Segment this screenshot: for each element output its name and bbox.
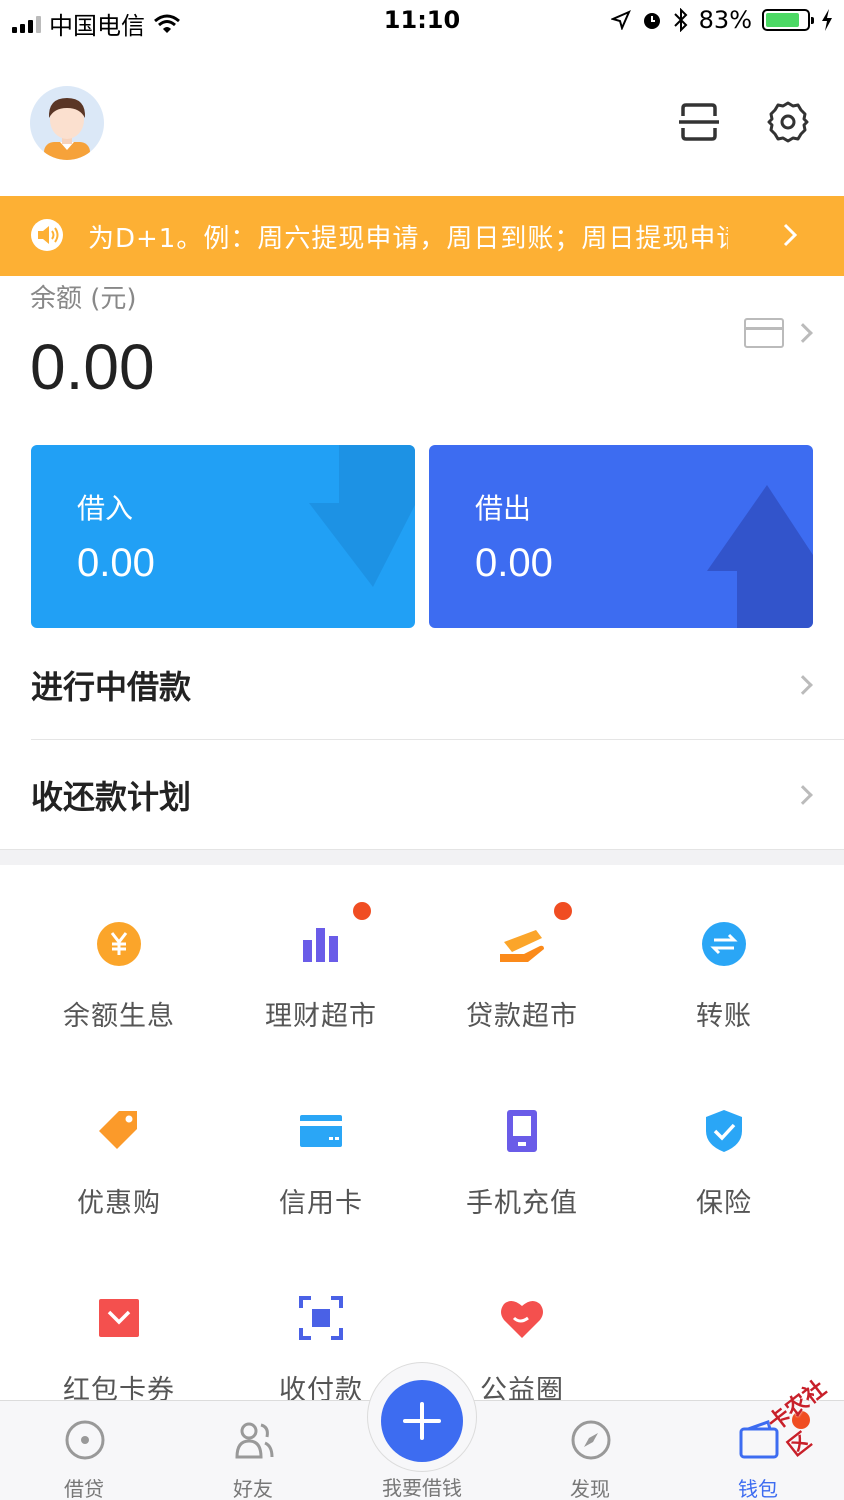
red-envelope-icon xyxy=(95,1294,143,1342)
friends-icon xyxy=(235,1422,274,1459)
battery-percent: 83% xyxy=(698,6,752,34)
avatar[interactable] xyxy=(30,86,104,160)
tab-label: 发现 xyxy=(570,1477,610,1500)
down-arrow-icon xyxy=(309,445,415,587)
service-insurance[interactable]: 保险 xyxy=(624,1107,824,1220)
badge-dot xyxy=(554,902,572,920)
balance-label: 余额 (元) xyxy=(30,284,137,314)
yen-coin-icon xyxy=(95,920,143,968)
borrow-money-label: 我要借钱 xyxy=(382,1476,462,1500)
service-wealth-market[interactable]: 理财超市 xyxy=(221,902,421,1033)
notice-text: 为D+1。例：周六提现申请，周日到账；周日提现申请 xyxy=(88,224,728,254)
transfer-icon xyxy=(700,920,748,968)
shield-check-icon xyxy=(700,1107,748,1155)
row-repayment-plan[interactable]: 收还款计划 xyxy=(0,740,844,850)
borrow-in-value: 0.00 xyxy=(77,541,155,585)
speaker-icon xyxy=(31,219,63,251)
tab-label: 好友 xyxy=(233,1477,273,1500)
loan-circle-icon xyxy=(65,1420,105,1460)
lend-out-tile[interactable]: 借出 0.00 xyxy=(429,445,813,628)
hand-money-icon xyxy=(498,902,572,968)
scan-pay-icon xyxy=(297,1294,345,1342)
service-label: 余额生息 xyxy=(63,1001,175,1032)
tab-label: 钱包 xyxy=(738,1477,778,1500)
service-credit-card[interactable]: 信用卡 xyxy=(221,1107,421,1220)
up-arrow-icon xyxy=(707,485,813,628)
chevron-right-icon xyxy=(793,785,813,805)
price-tag-icon xyxy=(95,1107,143,1155)
bluetooth-icon xyxy=(673,8,688,32)
service-label: 理财超市 xyxy=(265,1001,377,1032)
chevron-right-icon xyxy=(793,323,813,343)
borrow-money-button[interactable] xyxy=(381,1380,463,1462)
battery-fill xyxy=(766,13,800,27)
scan-icon[interactable] xyxy=(677,100,721,144)
service-label: 保险 xyxy=(696,1188,752,1219)
battery-icon xyxy=(762,9,814,31)
service-red-envelope[interactable]: 红包卡券 xyxy=(19,1294,219,1407)
service-transfer[interactable]: 转账 xyxy=(624,920,824,1033)
status-bar: 中国电信 11:10 83% xyxy=(0,0,844,44)
borrow-in-label: 借入 xyxy=(77,492,134,525)
service-label: 贷款超市 xyxy=(466,1001,578,1032)
service-label: 手机充值 xyxy=(466,1188,578,1219)
badge-dot xyxy=(353,902,371,920)
chevron-right-icon xyxy=(793,675,813,695)
section-gap xyxy=(0,849,844,865)
service-discount-shop[interactable]: 优惠购 xyxy=(19,1107,219,1220)
service-label: 优惠购 xyxy=(77,1188,161,1219)
bank-card-icon[interactable] xyxy=(744,318,784,348)
lend-out-value: 0.00 xyxy=(475,541,553,585)
service-label: 信用卡 xyxy=(279,1188,363,1219)
alarm-icon xyxy=(643,13,660,29)
credit-card-icon xyxy=(297,1107,345,1155)
tab-discover[interactable]: 发现 xyxy=(520,1401,660,1500)
service-loan-market[interactable]: 贷款超市 xyxy=(422,902,622,1033)
notice-banner[interactable]: 为D+1。例：周六提现申请，周日到账；周日提现申请 xyxy=(0,196,844,276)
row-label: 进行中借款 xyxy=(31,668,192,706)
tab-label: 借贷 xyxy=(64,1477,104,1500)
status-right: 83% xyxy=(610,6,834,34)
borrow-in-tile[interactable]: 借入 0.00 xyxy=(31,445,415,628)
service-label: 转账 xyxy=(696,1001,752,1032)
charging-icon xyxy=(822,9,832,31)
tab-friends[interactable]: 好友 xyxy=(183,1401,323,1500)
chevron-right-icon xyxy=(783,223,798,247)
bar-chart-icon xyxy=(297,902,371,968)
tab-loans[interactable]: 借贷 xyxy=(14,1401,154,1500)
service-phone-recharge[interactable]: 手机充值 xyxy=(422,1107,622,1220)
heart-icon xyxy=(498,1294,546,1342)
service-balance-interest[interactable]: 余额生息 xyxy=(19,920,219,1033)
phone-icon xyxy=(498,1107,546,1155)
row-label: 收还款计划 xyxy=(31,778,192,816)
row-ongoing-loans[interactable]: 进行中借款 xyxy=(0,630,844,740)
compass-icon xyxy=(571,1420,611,1460)
lend-out-label: 借出 xyxy=(475,492,532,525)
balance-value: 0.00 xyxy=(30,331,155,403)
avatar-face-icon xyxy=(44,98,90,160)
settings-gear-icon[interactable] xyxy=(766,100,810,144)
location-arrow-icon xyxy=(610,10,631,30)
